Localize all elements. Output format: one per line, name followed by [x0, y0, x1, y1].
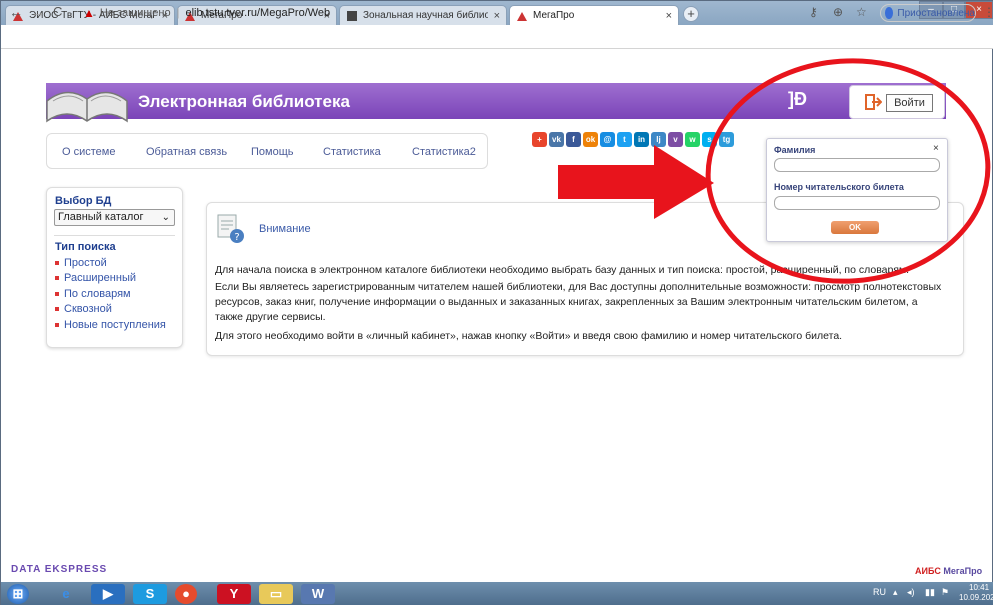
- db-select-value: Главный каталог: [58, 211, 144, 223]
- db-select-title: Выбор БД: [55, 195, 112, 207]
- data-express-logo: DATA EKSPRESS: [11, 564, 108, 575]
- search-type-simple[interactable]: Простой: [55, 257, 107, 269]
- search-type-crosscutting[interactable]: Сквозной: [55, 303, 112, 315]
- attention-paragraph-2c: также другие сервисы.: [215, 311, 326, 323]
- back-icon[interactable]: ←: [9, 4, 23, 20]
- start-icon[interactable]: ⊞: [7, 584, 29, 604]
- chevron-down-icon: ⌄: [161, 212, 170, 223]
- url-separator: |: [176, 7, 180, 19]
- address-bar: [1, 25, 993, 49]
- volume-icon[interactable]: ◂): [907, 587, 915, 598]
- profile-label: Приостановлена: [897, 7, 975, 19]
- tray-arrow-icon[interactable]: ▴: [893, 587, 898, 598]
- flag-icon[interactable]: ⚑: [941, 587, 949, 598]
- avatar-icon: [885, 7, 894, 19]
- word-icon[interactable]: W: [301, 584, 335, 604]
- chrome-icon[interactable]: ●: [175, 584, 197, 604]
- attention-heading: Внимание: [259, 223, 311, 235]
- folder-icon[interactable]: ▭: [259, 584, 293, 604]
- db-select[interactable]: Главный каталог ⌄: [54, 209, 175, 226]
- site-title: Электронная библиотека: [138, 92, 350, 111]
- nav-statistics2[interactable]: Статистика2: [412, 146, 476, 158]
- security-label: Не защищено: [99, 7, 171, 19]
- url-text: elib.tstu.tver.ru/MegaPro/Web: [185, 7, 331, 19]
- reload-icon[interactable]: C: [53, 4, 62, 19]
- search-type-dictionaries[interactable]: По словарям: [55, 288, 131, 300]
- internet-explorer-icon[interactable]: e: [49, 584, 83, 604]
- warning-icon: ▲: [83, 6, 95, 20]
- attention-paragraph-3: Для этого необходимо войти в «личный каб…: [215, 330, 843, 342]
- clock-date: 10.09.2020: [959, 593, 993, 602]
- nav-feedback[interactable]: Обратная связь: [146, 146, 227, 158]
- forward-icon[interactable]: →: [31, 4, 45, 20]
- clock[interactable]: 10:41 10.09.2020: [959, 583, 993, 603]
- search-type-new-arrivals[interactable]: Новые поступления: [55, 319, 166, 331]
- megapro-logo: АИБС МегаПро: [915, 566, 982, 576]
- search-type-advanced[interactable]: Расширенный: [55, 272, 136, 284]
- book-logo-icon: [46, 91, 128, 123]
- search-type-title: Тип поиска: [55, 241, 116, 253]
- language-indicator[interactable]: RU: [873, 587, 886, 597]
- nav-help[interactable]: Помощь: [251, 146, 294, 158]
- megapro-logo-a: АИБС: [915, 566, 941, 576]
- nav-statistics[interactable]: Статистика: [323, 146, 381, 158]
- profile-button[interactable]: Приостановлена: [880, 4, 976, 22]
- annotation-circle-icon: [705, 58, 991, 284]
- info-document-icon: ?: [217, 214, 244, 243]
- nav-about[interactable]: О системе: [62, 146, 115, 158]
- browser-window: ЭИОС ТвГТУ - АИБС МегаПро × МегаПро × Зо…: [0, 0, 993, 605]
- skype-taskbar-icon[interactable]: S: [133, 584, 167, 604]
- key-icon[interactable]: ⚷: [809, 5, 818, 19]
- attention-paragraph-2b: ресурсов, заказ книг, получение информац…: [215, 296, 918, 308]
- media-player-icon[interactable]: ▶: [91, 584, 125, 604]
- annotation-arrow-icon: [558, 145, 714, 219]
- divider: [54, 235, 175, 236]
- menu-icon[interactable]: ⋮: [983, 5, 993, 19]
- network-icon[interactable]: ▮▮: [925, 587, 935, 598]
- yandex-icon[interactable]: Y: [217, 584, 251, 604]
- megapro-logo-b: МегаПро: [943, 566, 983, 576]
- zoom-icon[interactable]: ⊕: [833, 5, 843, 19]
- star-icon[interactable]: ☆: [856, 5, 867, 19]
- share-icon[interactable]: +: [532, 132, 547, 147]
- clock-time: 10:41: [969, 583, 990, 592]
- svg-text:?: ?: [234, 232, 239, 243]
- url-field[interactable]: ▲ Не защищено | elib.tstu.tver.ru/MegaPr…: [83, 4, 783, 22]
